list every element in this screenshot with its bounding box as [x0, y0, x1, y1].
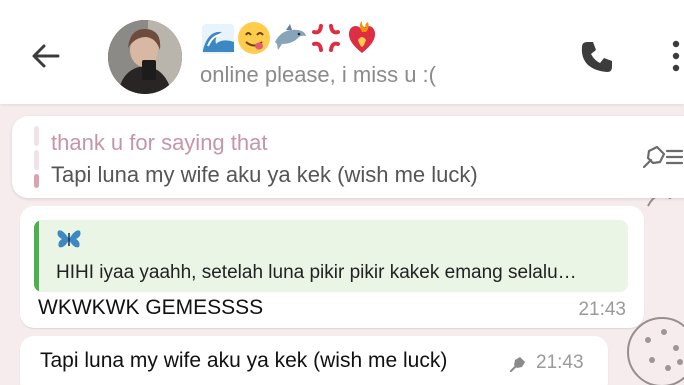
message-bubble[interactable]: HIHI iyaa yaahh, setelah luna pikir piki… — [20, 206, 644, 328]
dolphin-emoji-icon — [275, 24, 306, 50]
wave-emoji-icon — [202, 24, 234, 54]
heart-on-fire-emoji-icon — [348, 21, 376, 53]
anger-symbol-emoji-icon — [312, 24, 340, 52]
message-time: 21:43 — [536, 352, 584, 373]
back-arrow-icon[interactable] — [28, 38, 64, 74]
butterfly-emoji-icon — [57, 230, 81, 248]
message-text: WKWKWK GEMESSSS — [38, 296, 264, 319]
contact-avatar[interactable] — [108, 20, 182, 94]
chat-header: online please, i miss u :( — [0, 0, 684, 104]
message-text: Tapi luna my wife aku ya kek (wish me lu… — [40, 349, 448, 372]
wallpaper-cookie-doodle — [627, 317, 684, 385]
pinned-list-icon[interactable] — [640, 143, 684, 171]
message-bubble[interactable]: Tapi luna my wife aku ya kek (wish me lu… — [20, 336, 608, 385]
contact-name-emojis[interactable] — [200, 20, 380, 60]
voice-call-icon[interactable] — [578, 38, 616, 76]
contact-status: online please, i miss u :( — [200, 62, 436, 87]
message-time: 21:43 — [578, 299, 626, 320]
pinned-message-banner[interactable]: thank u for saying that Tapi luna my wif… — [12, 116, 684, 198]
reply-quote[interactable]: HIHI iyaa yaahh, setelah luna pikir piki… — [34, 220, 628, 292]
more-options-icon[interactable] — [668, 36, 684, 76]
pinned-message-text: Tapi luna my wife aku ya kek (wish me lu… — [51, 162, 478, 187]
pinned-indicator-bar — [34, 126, 39, 188]
pinned-message-title: thank u for saying that — [51, 130, 268, 155]
reply-quote-stripe — [34, 220, 39, 292]
yum-face-emoji-icon — [238, 22, 270, 54]
reply-quote-text: HIHI iyaa yaahh, setelah luna pikir piki… — [56, 262, 577, 283]
pin-icon — [510, 357, 525, 372]
